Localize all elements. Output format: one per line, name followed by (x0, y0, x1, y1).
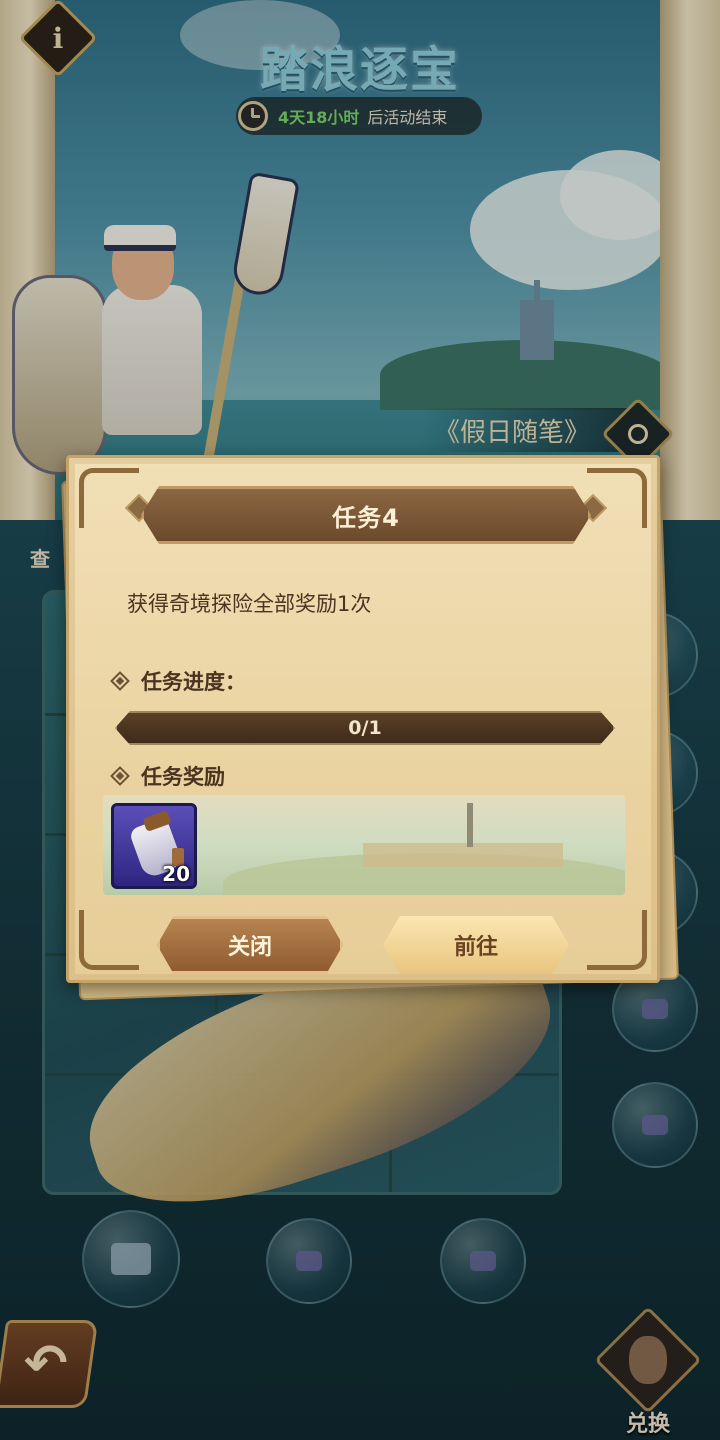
close-button[interactable]: 关闭 (157, 916, 343, 974)
go-button[interactable]: 前往 (383, 916, 569, 974)
landscape-spire (467, 803, 473, 847)
modal-title-bar: 任务4 (141, 486, 591, 544)
corner-ornament (79, 910, 139, 970)
diamond-bullet-icon (110, 671, 130, 691)
progress-section-header: 任务进度： (110, 666, 246, 696)
progress-text: 0/1 (348, 717, 382, 739)
landscape-town (363, 843, 563, 867)
corner-ornament (587, 910, 647, 970)
task-modal: 任务4 获得奇境探险全部奖励1次 任务进度： 0/1 任务奖励 20 关闭 前往 (66, 455, 660, 983)
progress-label: 任务进度： (141, 670, 246, 694)
reward-quantity: 20 (162, 862, 190, 886)
task-progress-bar: 0/1 (115, 711, 615, 745)
reward-section-header: 任务奖励 (110, 761, 225, 791)
task-description: 获得奇境探险全部奖励1次 (127, 592, 372, 616)
diamond-bullet-icon (110, 766, 130, 786)
corner-ornament (79, 468, 139, 528)
reward-item[interactable]: 20 (111, 803, 197, 889)
reward-panel: 20 (103, 795, 625, 895)
modal-title: 任务4 (332, 503, 400, 532)
reward-label: 任务奖励 (141, 765, 225, 789)
